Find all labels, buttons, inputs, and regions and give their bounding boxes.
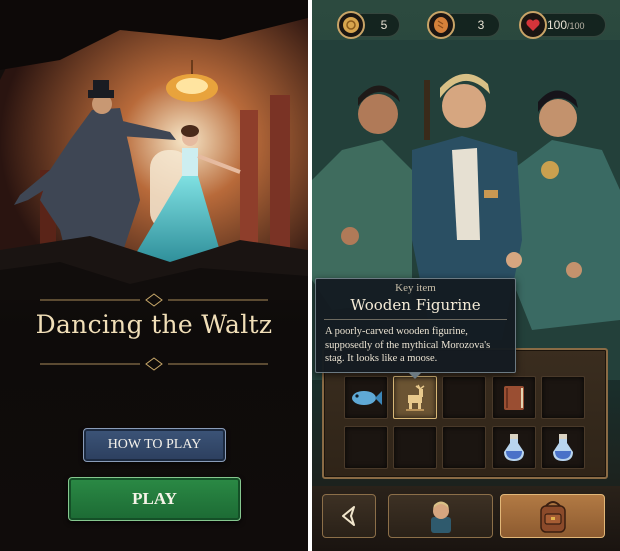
inventory-slot-fish[interactable] <box>344 376 388 419</box>
backpack-icon <box>539 501 566 533</box>
tooltip-kicker: Key item <box>395 282 436 294</box>
bread-value: 3 <box>477 18 485 32</box>
game-title: Dancing the Waltz <box>35 310 273 339</box>
inventory-slot-potion[interactable] <box>492 426 536 469</box>
inventory-slot-empty[interactable] <box>442 426 486 469</box>
wooden-figurine-icon <box>406 384 425 411</box>
health-max: /100 <box>567 21 585 31</box>
inventory-screen: 5 3 100/100 Key item Wooden Figurine A p… <box>312 0 620 551</box>
inventory-slot-potion[interactable] <box>541 426 585 469</box>
bread-icon <box>427 11 455 39</box>
character-portrait-icon <box>430 501 451 533</box>
bottom-nav <box>312 486 620 551</box>
item-tooltip: Key item Wooden Figurine A poorly-carved… <box>315 278 516 373</box>
health-value: 100/100 <box>547 14 605 36</box>
health-counter: 100/100 <box>519 11 606 39</box>
health-current: 100 <box>547 18 568 32</box>
coin-icon <box>337 11 365 39</box>
waltz-scene-illustration <box>0 0 308 300</box>
inventory-slot-wooden-figurine[interactable] <box>393 376 437 419</box>
tooltip-title: Wooden Figurine <box>350 296 481 314</box>
bread-counter: 3 <box>427 11 500 39</box>
inventory-slot-empty[interactable] <box>344 426 388 469</box>
title-screen: Dancing the Waltz HOW TO PLAY PLAY <box>0 0 308 551</box>
characters-tab[interactable] <box>388 494 493 538</box>
tooltip-description: A poorly-carved wooden figurine, suppose… <box>325 326 491 364</box>
potion-icon <box>553 433 573 461</box>
back-arrow-icon <box>342 506 355 526</box>
coins-value: 5 <box>380 18 388 32</box>
back-button[interactable] <box>322 494 376 538</box>
potion-icon <box>504 433 524 461</box>
tooltip-pointer <box>408 372 422 379</box>
fish-icon <box>352 390 382 405</box>
coins-counter: 5 <box>337 11 400 39</box>
play-button[interactable]: PLAY <box>68 477 241 521</box>
inventory-slot-empty[interactable] <box>442 376 486 419</box>
tooltip-divider <box>324 319 507 320</box>
heart-icon <box>519 11 547 39</box>
book-icon <box>504 385 524 410</box>
inventory-slot-book[interactable] <box>492 376 536 419</box>
inventory-slot-empty[interactable] <box>393 426 437 469</box>
inventory-slot-empty[interactable] <box>541 376 585 419</box>
inventory-tab[interactable] <box>500 494 605 538</box>
how-to-play-button[interactable]: HOW TO PLAY <box>83 428 226 462</box>
